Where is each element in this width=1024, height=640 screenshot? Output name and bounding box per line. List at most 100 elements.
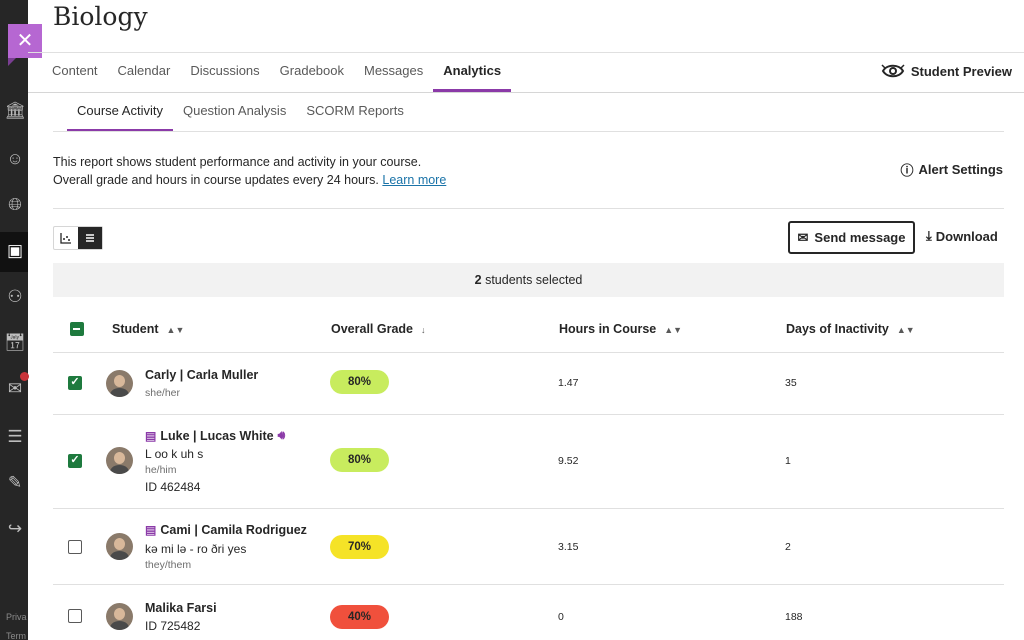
- avatar: [106, 370, 133, 397]
- report-description: This report shows student performance an…: [53, 153, 446, 189]
- courses-icon[interactable]: ▣: [4, 240, 26, 262]
- notes-icon: ▤: [145, 428, 157, 443]
- tab-discussions[interactable]: Discussions: [180, 52, 269, 92]
- chart-icon: [60, 233, 71, 244]
- sign-out-icon[interactable]: ↪: [4, 518, 26, 540]
- alert-icon: ⓘ: [900, 163, 914, 178]
- student-phonetic: kə mi lə - ro ðri yes: [145, 542, 247, 556]
- divider: [53, 208, 1004, 209]
- sort-icon: ▲▼: [896, 325, 915, 335]
- close-icon: ✕: [16, 30, 34, 52]
- globe-icon[interactable]: 🌐︎: [4, 194, 26, 216]
- row-checkbox[interactable]: ✓: [68, 376, 82, 390]
- institution-icon[interactable]: 🏛︎: [4, 100, 26, 122]
- table-row[interactable]: ✓ ▤ Luke | Lucas White 🔊︎ L oo k uh s he/h…: [53, 415, 1004, 509]
- student-preview-button[interactable]: Student Preview: [881, 62, 1012, 80]
- download-button[interactable]: ⤓ Download: [926, 228, 998, 244]
- student-id: ID 462484: [145, 480, 201, 494]
- calendar-icon[interactable]: 📅︎: [4, 332, 26, 354]
- privacy-link[interactable]: Priva: [6, 612, 27, 622]
- profile-icon[interactable]: ☺: [4, 148, 26, 170]
- grade-pill: 40%: [330, 605, 389, 629]
- row-checkbox[interactable]: [68, 540, 82, 554]
- learn-more-link[interactable]: Learn more: [382, 173, 446, 187]
- tools-icon[interactable]: ✎: [4, 472, 26, 494]
- grade-pill: 80%: [330, 448, 389, 472]
- student-preview-label: Student Preview: [910, 63, 1012, 79]
- row-checkbox[interactable]: ✓: [68, 454, 82, 468]
- student-phonetic: L oo k uh s: [145, 447, 204, 461]
- hours-value: 9.52: [558, 455, 579, 467]
- hours-value: 0: [558, 611, 564, 623]
- avatar: [106, 447, 133, 474]
- hours-value: 3.15: [558, 541, 579, 553]
- column-student[interactable]: Student ▲▼: [112, 322, 184, 336]
- avatar: [106, 603, 133, 630]
- student-name[interactable]: Carly | Carla Muller: [145, 368, 258, 382]
- days-value: 188: [785, 611, 803, 623]
- student-pronouns: she/her: [145, 387, 181, 399]
- hours-value: 1.47: [558, 377, 579, 389]
- selection-bar: 2 students selected: [53, 263, 1004, 297]
- student-name[interactable]: ▤ Cami | Camila Rodriguez: [145, 523, 307, 537]
- messages-icon[interactable]: ✉: [4, 378, 26, 400]
- list-icon: [86, 234, 94, 242]
- eye-icon: [881, 64, 905, 78]
- table-row[interactable]: ▤ Cami | Camila Rodriguez kə mi lə - ro ð…: [53, 509, 1004, 585]
- student-id: ID 725482: [145, 619, 201, 633]
- student-name[interactable]: Malika Farsi: [145, 601, 217, 615]
- list-view-button[interactable]: [78, 227, 102, 249]
- student-pronouns: they/them: [145, 559, 192, 571]
- send-message-button[interactable]: ✉ Send message: [788, 221, 915, 254]
- selected-text: students selected: [485, 273, 583, 287]
- table-row[interactable]: Malika Farsi ID 725482 40% 0 188: [53, 585, 1004, 640]
- avatar: [106, 533, 133, 560]
- audio-icon[interactable]: 🔊︎: [278, 428, 286, 443]
- tab-analytics[interactable]: Analytics: [433, 52, 511, 92]
- tab-question-analysis[interactable]: Question Analysis: [173, 96, 296, 132]
- analytics-subnav: Course Activity Question Analysis SCORM …: [67, 96, 414, 132]
- sort-icon: ▲▼: [166, 325, 185, 335]
- sort-down-icon: ↓: [421, 325, 426, 335]
- send-message-label: Send message: [814, 230, 906, 245]
- column-overall-grade[interactable]: Overall Grade ↓: [331, 322, 426, 336]
- days-value: 2: [785, 541, 791, 553]
- divider: [53, 131, 1004, 132]
- description-line-2: Overall grade and hours in course update…: [53, 173, 447, 187]
- notes-icon: ▤: [145, 523, 157, 537]
- row-checkbox[interactable]: [68, 609, 82, 623]
- left-rail: 🏛︎ ☺ 🌐︎ ▣ ⚇ 📅︎ ✉ ☰ ✎ ↪ Priva Term: [0, 0, 29, 640]
- table-row[interactable]: ✓ Carly | Carla Muller she/her 80% 1.47 …: [53, 353, 1004, 415]
- divider: [28, 92, 1024, 93]
- view-toggle: [53, 226, 103, 250]
- column-hours[interactable]: Hours in Course ▲▼: [559, 322, 682, 336]
- download-icon: ⤓: [926, 228, 932, 243]
- tab-scorm-reports[interactable]: SCORM Reports: [296, 96, 414, 132]
- envelope-icon: ✉: [797, 229, 809, 245]
- tab-messages[interactable]: Messages: [354, 52, 433, 92]
- days-value: 35: [785, 377, 797, 389]
- description-line-1: This report shows student performance an…: [53, 155, 422, 169]
- tab-gradebook[interactable]: Gradebook: [270, 52, 354, 92]
- student-name[interactable]: ▤ Luke | Lucas White 🔊︎: [145, 428, 285, 443]
- download-label: Download: [935, 228, 998, 244]
- course-nav: Content Calendar Discussions Gradebook M…: [42, 52, 511, 92]
- grade-pill: 80%: [330, 370, 389, 394]
- select-all-checkbox[interactable]: [70, 322, 84, 336]
- tab-content[interactable]: Content: [42, 52, 108, 92]
- selected-count: 2: [474, 273, 482, 287]
- grades-icon[interactable]: ☰: [4, 426, 26, 448]
- days-value: 1: [785, 455, 791, 467]
- tab-calendar[interactable]: Calendar: [108, 52, 181, 92]
- tab-course-activity[interactable]: Course Activity: [67, 96, 173, 132]
- terms-link[interactable]: Term: [6, 631, 26, 640]
- alert-settings-button[interactable]: ⓘ Alert Settings: [900, 160, 1003, 179]
- notification-badge: [20, 372, 29, 381]
- grade-pill: 70%: [330, 535, 389, 559]
- sort-icon: ▲▼: [664, 325, 683, 335]
- chart-view-button[interactable]: [54, 227, 78, 249]
- table-header: Student ▲▼ Overall Grade ↓ Hours in Course…: [53, 305, 1004, 353]
- organizations-icon[interactable]: ⚇: [4, 286, 26, 308]
- column-days-inactivity[interactable]: Days of Inactivity ▲▼: [786, 322, 915, 336]
- student-pronouns: he/him: [145, 464, 177, 476]
